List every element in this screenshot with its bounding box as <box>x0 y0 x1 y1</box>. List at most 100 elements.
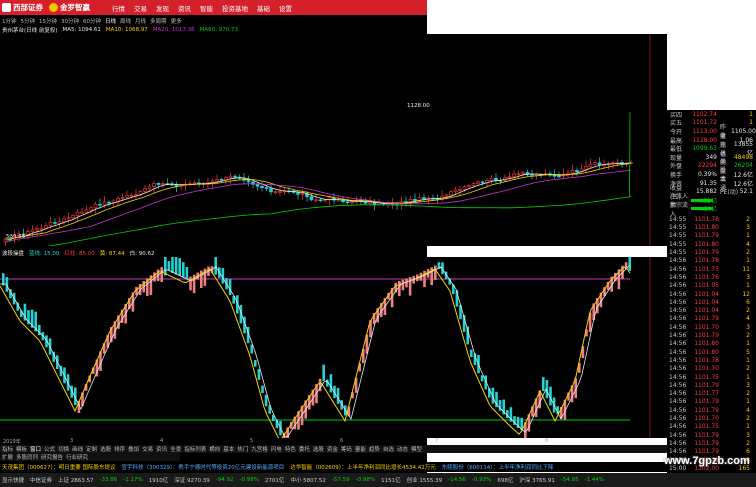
news-item[interactable]: 达华智能（002609）：上半年净利润同比增长4534.42万元 <box>290 463 436 471</box>
tick-time: 14:56 <box>669 423 687 431</box>
period-15min[interactable]: 15分钟 <box>39 17 57 25</box>
quote-value: 48498 <box>733 153 753 161</box>
tick-volume: 4 <box>746 315 750 323</box>
tick-volume: 3 <box>746 323 750 331</box>
extension-tab[interactable]: 研究报告 <box>41 453 63 461</box>
indicator-bar <box>405 278 408 288</box>
menu-item[interactable]: 资讯 <box>178 3 191 13</box>
tick-volume: 3 <box>746 431 750 439</box>
tick-time: 14:56 <box>669 390 687 398</box>
status-item: 沪深 3765.91 <box>519 478 555 484</box>
tick-volume: 2 <box>746 307 750 315</box>
quote-row: 换手 0.39% 股本 12.6亿 <box>667 167 756 183</box>
period-month[interactable]: 月线 <box>135 17 146 25</box>
extension-tab[interactable]: 扩展 <box>2 453 13 461</box>
status-item[interactable]: 显示快捷 <box>2 476 24 484</box>
status-item: -0.93% <box>471 477 492 483</box>
function-tab[interactable]: 交易 <box>142 445 153 453</box>
ma-legend: 贵州茅台(日线 前复权) MA5: 1094.61 MA10: 1068.97 … <box>0 26 238 34</box>
function-tab[interactable]: 资讯 <box>156 445 167 453</box>
tick-price: 1101.75 <box>694 423 719 431</box>
indicator-bar <box>185 266 189 279</box>
period-day[interactable]: 日线 <box>105 17 116 25</box>
extension-tabs: 扩展 多股同列 研究报告 行业研究 <box>0 453 180 461</box>
function-tab[interactable]: 公式 <box>44 445 55 453</box>
indicator-chart[interactable] <box>0 257 667 438</box>
function-tab[interactable]: 自选 <box>383 445 394 453</box>
period-more[interactable]: 更多 <box>171 17 182 25</box>
function-tab[interactable]: 横向 <box>209 445 220 453</box>
period-30min[interactable]: 30分钟 <box>61 17 79 25</box>
function-tab[interactable]: 画线 <box>72 445 83 453</box>
function-tab[interactable]: 选股 <box>100 445 111 453</box>
tick-time: 14:56 <box>669 340 687 348</box>
function-tab[interactable]: 特色 <box>285 445 296 453</box>
function-tab[interactable]: 排序 <box>114 445 125 453</box>
function-tab[interactable]: 窗口 <box>30 445 41 453</box>
tick-price: 1101.79 <box>694 315 719 323</box>
tick-price: 1101.79 <box>694 398 719 406</box>
menu-item[interactable]: 基础 <box>257 3 270 13</box>
indicator-bar <box>628 257 631 271</box>
menu-item[interactable]: 交易 <box>134 3 147 13</box>
status-item: -0.98% <box>355 477 376 483</box>
news-item[interactable]: 东睦股份（600114）：上半年净利润同比下降 <box>442 463 554 471</box>
tick-volume: 3 <box>746 273 750 281</box>
period-1min[interactable]: 1分钟 <box>2 17 17 25</box>
indicator-bar <box>434 265 437 280</box>
function-tab[interactable]: 闪电 <box>271 445 282 453</box>
indicator-bar <box>228 278 232 296</box>
tick-volume: 2 <box>746 415 750 423</box>
news-item[interactable]: 宣宇科技（300329）：携手宁德时代等投资20亿元建设新能源项目 <box>122 463 285 471</box>
function-tab[interactable]: 指标列表 <box>184 445 206 453</box>
function-tab[interactable]: 趋势 <box>369 445 380 453</box>
tick-time: 14:56 <box>669 257 687 265</box>
function-tab[interactable]: 热门 <box>237 445 248 453</box>
function-tab[interactable]: 量能 <box>355 445 366 453</box>
function-tab[interactable]: 筹码 <box>341 445 352 453</box>
function-tab[interactable]: 指标 <box>2 445 13 453</box>
period-week[interactable]: 周线 <box>120 17 131 25</box>
indicator-bar <box>398 280 401 297</box>
function-tab[interactable]: 叠加 <box>128 445 139 453</box>
quote-value: 0.39% <box>697 170 717 178</box>
quote-row: 买四 1102.74 1 <box>667 110 756 119</box>
tick-time: 14:55 <box>669 232 687 240</box>
tick-row: 14:56 1101.04 12 <box>667 290 756 298</box>
period-5min[interactable]: 5分钟 <box>21 17 36 25</box>
function-tab[interactable]: 九宫格 <box>251 445 268 453</box>
candlestick-chart[interactable] <box>0 34 667 246</box>
function-tab[interactable]: 基本 <box>223 445 234 453</box>
extension-tab[interactable]: 多股同列 <box>16 453 38 461</box>
indicator-bar <box>182 262 185 278</box>
menu-item[interactable]: 智能 <box>200 3 213 13</box>
menu-item[interactable]: 发现 <box>156 3 169 13</box>
partner-logo-icon <box>49 3 58 12</box>
function-tab[interactable]: 模型 <box>411 445 422 453</box>
function-tab[interactable]: 动态 <box>397 445 408 453</box>
extension-tab[interactable]: 行业研究 <box>66 453 88 461</box>
function-tab[interactable]: 资金 <box>327 445 338 453</box>
tick-volume: 1 <box>746 282 750 290</box>
menu-item[interactable]: 投资基地 <box>222 3 248 13</box>
menu-item[interactable]: 行情 <box>112 3 125 13</box>
function-tab[interactable]: 切换 <box>58 445 69 453</box>
tick-time: 14:56 <box>669 348 687 356</box>
function-tab[interactable]: 模板 <box>16 445 27 453</box>
function-tab[interactable]: 全景 <box>170 445 181 453</box>
period-60min[interactable]: 60分钟 <box>83 17 101 25</box>
tick-row: 14:56 1101.79 2 <box>667 331 756 339</box>
function-tab[interactable]: 委托 <box>299 445 310 453</box>
quote-value: 1 <box>749 119 753 127</box>
tick-row: 14:56 1101.79 1 <box>667 398 756 406</box>
function-tab[interactable]: 定制 <box>86 445 97 453</box>
tick-row: 14:56 1101.75 1 <box>667 423 756 431</box>
news-item[interactable]: 天茂集团（000627）：明日重要 国际股东提议 <box>2 463 116 471</box>
tick-volume: 12 <box>742 290 750 298</box>
news-ticker: 天茂集团（000627）：明日重要 国际股东提议 宣宇科技（300329）：携手宁… <box>0 462 667 472</box>
function-tab[interactable]: 选股 <box>313 445 324 453</box>
status-item[interactable]: 中信证券 <box>30 476 52 484</box>
period-multi[interactable]: 多周期 <box>150 17 167 25</box>
menu-item[interactable]: 设置 <box>279 3 292 13</box>
status-item: 1910亿 <box>148 478 169 484</box>
